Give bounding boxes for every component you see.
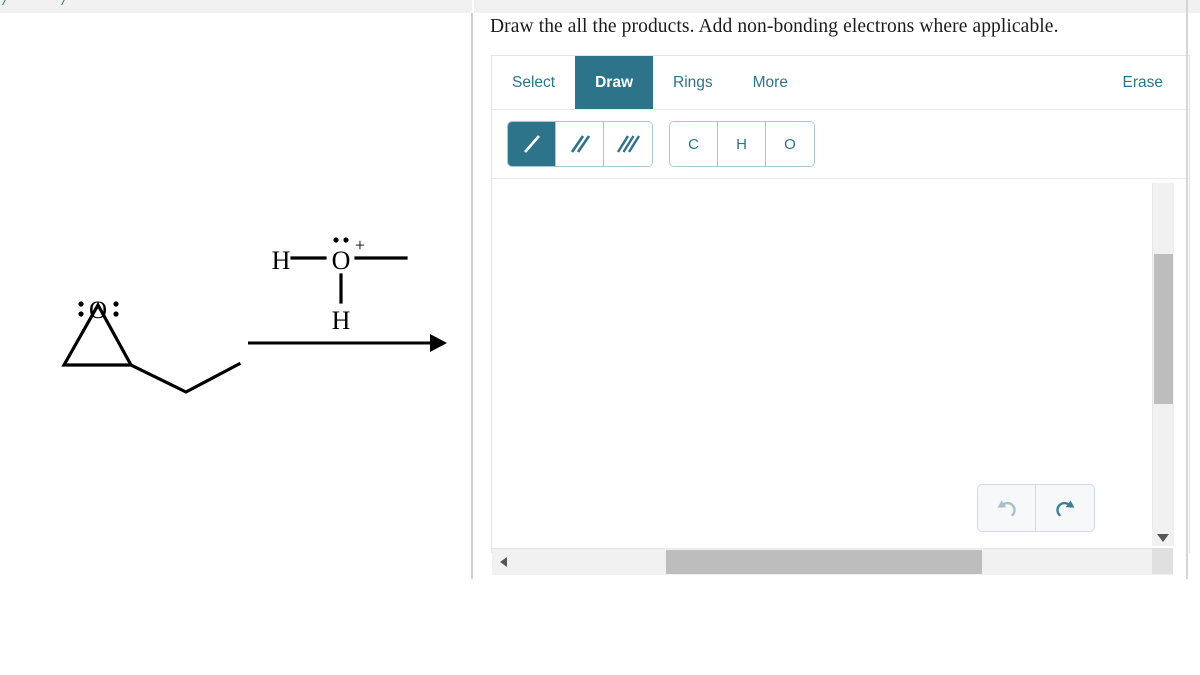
editor-tool-bar: C H O: [492, 110, 1189, 179]
double-bond-icon: [570, 135, 590, 153]
scroll-down-button[interactable]: [1152, 530, 1173, 546]
menu-item-more[interactable]: More: [733, 56, 808, 109]
bond-tool-group: [507, 121, 653, 167]
horizontal-scrollbar[interactable]: [492, 548, 1173, 575]
menu-item-draw[interactable]: Draw: [575, 56, 653, 109]
top-cutoff-strip: / /: [0, 0, 472, 13]
horizontal-scrollbar-thumb[interactable]: [666, 550, 982, 574]
panel-divider: [471, 13, 473, 579]
reaction-arrow: [248, 334, 447, 352]
single-bond-icon: [523, 135, 540, 153]
reagent-oxygen-label: O: [332, 246, 351, 275]
epoxide-oxygen-label: O: [89, 297, 107, 324]
horizontal-scrollbar-track[interactable]: [514, 549, 1151, 575]
chevron-down-icon: [1156, 534, 1169, 542]
reaction-scheme-panel: O H O + H: [0, 13, 471, 579]
scrollbar-corner: [1152, 548, 1173, 574]
reagent-positive-charge: +: [355, 235, 365, 255]
drawing-tool-panel: Draw the all the products. Add non-bondi…: [474, 0, 1200, 675]
atom-tool-oxygen[interactable]: O: [766, 122, 814, 166]
molecule-editor: Select Draw Rings More Erase C H O: [491, 55, 1190, 675]
reagent-left-hydrogen: H: [272, 246, 291, 275]
cut-glyph-left: /: [3, 0, 9, 11]
menu-spacer: [808, 56, 1103, 109]
vertical-scrollbar[interactable]: [1152, 183, 1174, 546]
reagent-bottom-hydrogen: H: [332, 306, 351, 335]
menu-item-select[interactable]: Select: [492, 56, 575, 109]
editor-menu-bar: Select Draw Rings More Erase: [492, 56, 1189, 110]
scroll-left-button[interactable]: [492, 557, 514, 567]
undo-icon: [997, 500, 1016, 517]
atom-tool-hydrogen[interactable]: H: [718, 122, 766, 166]
window-right-rail: [1186, 0, 1188, 579]
right-top-strip: [474, 0, 1200, 13]
cut-glyph-right: /: [62, 0, 68, 11]
reagent-lone-pair: [333, 237, 349, 243]
double-bond-tool[interactable]: [556, 122, 604, 166]
redo-icon: [1056, 500, 1075, 517]
atom-tool-group: C H O: [669, 121, 815, 167]
undo-button[interactable]: [978, 485, 1036, 531]
redo-button[interactable]: [1036, 485, 1094, 531]
chevron-left-icon: [499, 557, 507, 567]
triple-bond-icon: [616, 135, 641, 153]
history-button-group: [977, 484, 1095, 532]
drawing-canvas[interactable]: [492, 179, 1189, 675]
reaction-scheme-drawing: O H O + H: [61, 235, 447, 394]
menu-item-erase[interactable]: Erase: [1103, 56, 1190, 109]
single-bond-tool[interactable]: [508, 122, 556, 166]
question-prompt: Draw the all the products. Add non-bondi…: [490, 16, 1059, 37]
vertical-scrollbar-thumb[interactable]: [1154, 254, 1173, 404]
atom-tool-carbon[interactable]: C: [670, 122, 718, 166]
triple-bond-tool[interactable]: [604, 122, 652, 166]
alkyl-chain: [128, 361, 242, 394]
menu-item-rings[interactable]: Rings: [653, 56, 733, 109]
